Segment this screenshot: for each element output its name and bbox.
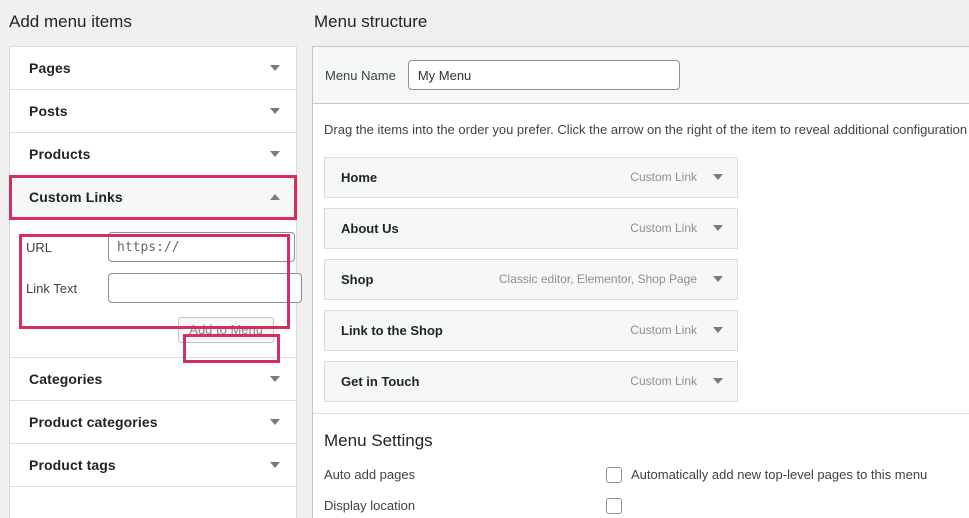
menu-item-title: Shop (341, 271, 374, 287)
menu-item-row[interactable]: Shop Classic editor, Elementor, Shop Pag… (324, 258, 738, 300)
menu-item-row[interactable]: Get in Touch Custom Link (324, 360, 738, 402)
accordion-label-custom-links: Custom Links (29, 189, 123, 205)
accordion-label-product-categories: Product categories (29, 414, 158, 430)
auto-add-pages-control: Automatically add new top-level pages to… (606, 466, 927, 484)
accordion-row-categories[interactable]: Categories (10, 358, 296, 401)
menu-structure-card: Menu Name Drag the items into the order … (312, 46, 969, 518)
auto-add-pages-checkbox-text: Automatically add new top-level pages to… (631, 466, 928, 482)
chevron-down-icon[interactable] (270, 108, 280, 114)
chevron-up-icon[interactable] (270, 194, 280, 200)
accordion-label-pages: Pages (29, 60, 71, 76)
chevron-down-icon[interactable] (713, 378, 723, 384)
menu-name-input[interactable] (407, 60, 680, 90)
menu-structure-panel: Menu structure Menu Name Drag the items … (312, 0, 969, 518)
chevron-down-icon[interactable] (270, 376, 280, 382)
link-text-input[interactable] (108, 273, 302, 303)
menu-item-title: Home (341, 169, 378, 185)
menu-item-type: Custom Link (630, 221, 697, 235)
accordion-label-categories: Categories (29, 371, 103, 387)
chevron-down-icon[interactable] (270, 419, 280, 425)
accordion-row-product-tags[interactable]: Product tags (10, 444, 296, 487)
wordpress-menu-editor-screen: Add menu items Pages Posts Products Cust… (0, 0, 969, 518)
accordion-row-custom-links[interactable]: Custom Links (10, 176, 296, 219)
chevron-down-icon[interactable] (270, 462, 280, 468)
url-field-row: URL (26, 232, 295, 262)
chevron-down-icon[interactable] (713, 276, 723, 282)
menu-item-title: Link to the Shop (341, 322, 443, 338)
accordion-row-posts[interactable]: Posts (10, 90, 296, 133)
display-location-control (606, 497, 631, 514)
accordion-row-pages[interactable]: Pages (10, 47, 296, 90)
accordion-row-products[interactable]: Products (10, 133, 296, 176)
menu-item-type: Custom Link (630, 374, 697, 388)
add-menu-items-heading: Add menu items (9, 12, 132, 31)
accordion-row-partial[interactable] (10, 487, 296, 518)
custom-links-form-panel: URL Link Text Add to Menu (10, 219, 302, 358)
chevron-down-icon[interactable] (713, 327, 723, 333)
menu-settings-heading: Menu Settings (324, 430, 433, 450)
menu-item-row[interactable]: Home Custom Link (324, 156, 738, 198)
add-to-menu-button[interactable]: Add to Menu (178, 317, 274, 343)
menu-structure-heading: Menu structure (314, 12, 428, 31)
chevron-down-icon[interactable] (270, 65, 280, 71)
chevron-down-icon[interactable] (270, 151, 280, 157)
display-location-label: Display location (324, 497, 416, 513)
menu-item-type: Custom Link (630, 170, 697, 184)
setting-row-display-location: Display location (324, 497, 969, 514)
menu-item-row[interactable]: Link to the Shop Custom Link (324, 309, 738, 351)
menu-name-bar: Menu Name (313, 47, 969, 104)
auto-add-pages-checkbox[interactable] (606, 466, 622, 483)
menu-item-title: Get in Touch (341, 373, 420, 389)
display-location-checkbox[interactable] (606, 497, 622, 514)
menu-settings-section: Menu Settings Auto add pages Automatical… (313, 412, 969, 514)
custom-links-actions: Add to Menu (26, 317, 280, 343)
accordion-label-products: Products (29, 146, 91, 162)
auto-add-pages-label: Auto add pages (324, 466, 416, 482)
chevron-down-icon[interactable] (713, 174, 723, 180)
add-menu-items-panel: Add menu items Pages Posts Products Cust… (0, 0, 308, 518)
menu-item-title: About Us (341, 220, 399, 236)
menu-item-row[interactable]: About Us Custom Link (324, 207, 738, 249)
drag-instructions: Drag the items into the order you prefer… (324, 122, 969, 137)
url-label: URL (26, 239, 53, 255)
menu-name-label: Menu Name (325, 67, 396, 83)
link-text-field-row: Link Text (26, 273, 302, 303)
menu-item-type: Classic editor, Elementor, Shop Page (498, 272, 697, 286)
setting-row-auto-add-pages: Auto add pages Automatically add new top… (324, 466, 969, 484)
menu-items-list: Home Custom Link About Us Custom Link Sh… (313, 140, 969, 402)
accordion-label-posts: Posts (29, 103, 68, 119)
accordion-row-product-categories[interactable]: Product categories (10, 401, 296, 444)
url-input[interactable] (108, 232, 295, 262)
add-menu-items-accordion: Pages Posts Products Custom Links URL ht… (9, 46, 302, 518)
menu-item-type: Custom Link (630, 323, 697, 337)
link-text-label: Link Text (26, 280, 78, 296)
accordion-label-product-tags: Product tags (29, 457, 116, 473)
chevron-down-icon[interactable] (713, 225, 723, 231)
